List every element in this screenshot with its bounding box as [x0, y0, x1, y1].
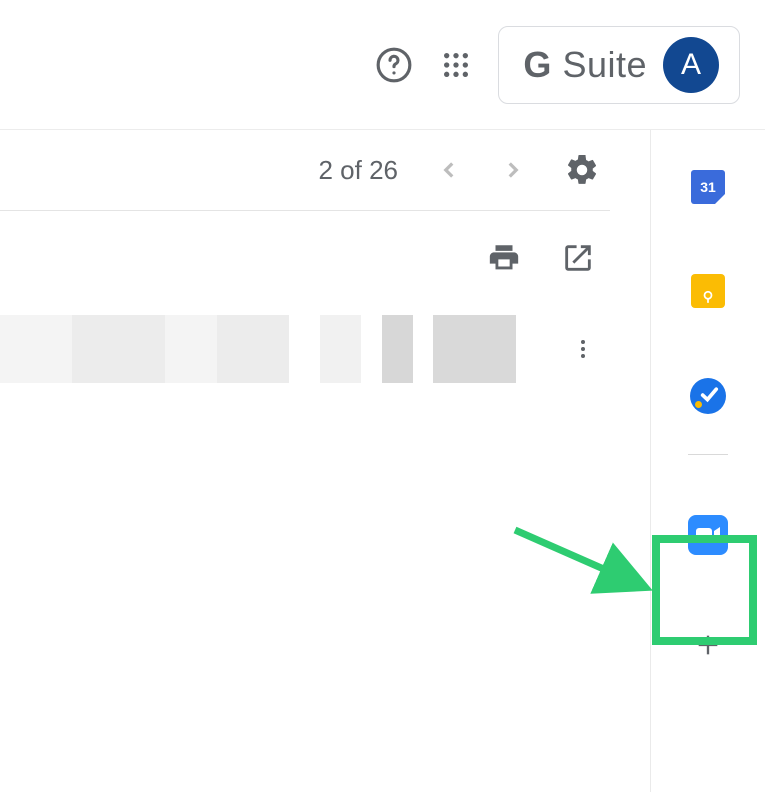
- kebab-icon[interactable]: [571, 337, 595, 361]
- add-addon-button[interactable]: [688, 625, 728, 665]
- chevron-right-icon[interactable]: [500, 157, 526, 183]
- apps-grid-icon[interactable]: [436, 45, 476, 85]
- pager-text: 2 of 26: [318, 155, 398, 186]
- chevron-left-icon[interactable]: [436, 157, 462, 183]
- message-header-row: [0, 315, 650, 383]
- content-pane: 2 of 26: [0, 130, 650, 792]
- redacted-content: [0, 315, 516, 383]
- keep-icon[interactable]: [691, 274, 725, 308]
- gsuite-label: G Suite: [523, 44, 647, 86]
- help-icon[interactable]: [374, 45, 414, 85]
- gsuite-account-button[interactable]: G Suite A: [498, 26, 740, 104]
- header-bar: G Suite A: [0, 0, 765, 130]
- gear-icon[interactable]: [564, 152, 600, 188]
- message-actions: [0, 211, 650, 295]
- zoom-icon[interactable]: [688, 515, 728, 555]
- avatar[interactable]: A: [663, 37, 719, 93]
- tasks-icon[interactable]: [690, 378, 726, 414]
- message-toolbar: 2 of 26: [0, 130, 650, 210]
- calendar-icon[interactable]: 31: [691, 170, 725, 204]
- main-area: 2 of 26: [0, 130, 765, 792]
- print-icon[interactable]: [487, 241, 521, 275]
- open-in-new-icon[interactable]: [561, 241, 595, 275]
- side-panel-divider: [688, 454, 728, 455]
- side-panel: 31: [650, 130, 765, 792]
